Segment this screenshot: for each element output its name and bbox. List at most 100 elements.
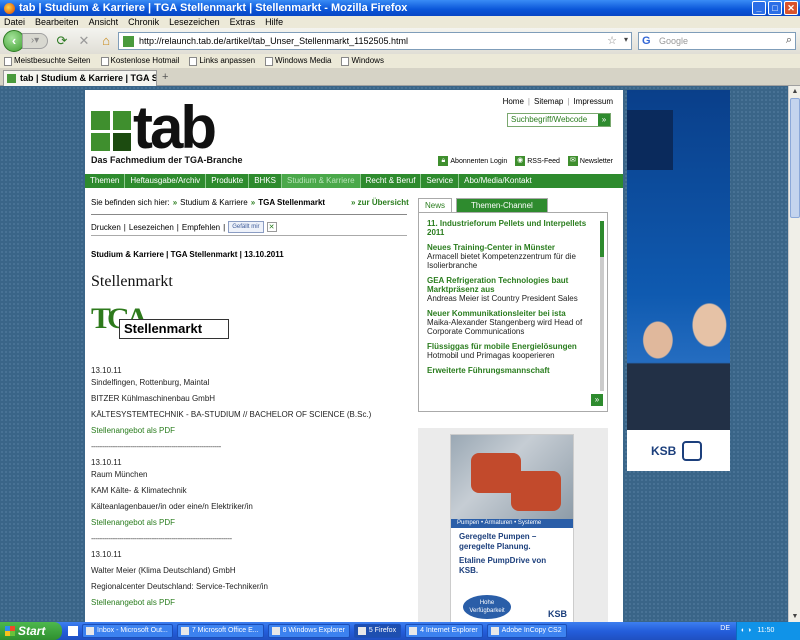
close-button[interactable]: ✕ [784,1,798,15]
main-navigation: Themen Heftausgabe/Archiv Produkte BHKS … [85,174,623,188]
job-pdf-link[interactable]: Stellenangebot als PDF [91,598,411,608]
newsletter-link[interactable]: ✉ Newsletter [567,156,613,166]
bookmark-link[interactable]: Lesezeichen [129,223,174,232]
menu-bearbeiten[interactable]: Bearbeiten [35,16,79,28]
facebook-like-button[interactable]: Gefällt mir [228,221,264,233]
nav-recht-beruf[interactable]: Recht & Beruf [361,174,422,188]
nav-bhks[interactable]: BHKS [249,174,283,188]
divider [91,235,407,236]
page-scrollbar[interactable]: ▲ ▼ [788,86,800,622]
search-box[interactable]: G Google ⌕ [638,32,796,50]
taskbar-outlook[interactable]: Inbox - Microsoft Out... [82,624,173,638]
news-item[interactable]: Erweiterte Führungsmannschaft [427,366,597,375]
job-date: 13.10.11 [91,458,122,467]
scrollbar-thumb[interactable] [790,98,800,218]
menu-chronik[interactable]: Chronik [128,16,159,28]
tab-logo[interactable]: tab [133,98,217,158]
nav-service[interactable]: Service [421,174,460,188]
news-headline[interactable]: 11. Industrieforum Pellets und Interpell… [427,219,597,237]
fb-like-label: Gefällt mir [232,224,260,230]
maximize-button[interactable]: □ [768,1,782,15]
taskbar-firefox[interactable]: 5 Firefox [353,624,402,638]
nav-abo-media-kontakt[interactable]: Abo/Media/Kontakt [459,174,537,188]
job-pdf-link[interactable]: Stellenangebot als PDF [91,518,411,528]
ksb-logo: KSB [627,430,730,471]
search-go-icon[interactable]: » [598,114,610,126]
new-tab-icon[interactable]: + [162,71,168,83]
news-item[interactable]: GEA Refrigeration Technologies baut Mark… [427,276,597,303]
article-title: Stellenmarkt [91,273,173,290]
news-headline[interactable]: Erweiterte Führungsmannschaft [427,366,597,375]
sitemap-link[interactable]: Sitemap [534,97,563,106]
taskbar-explorer[interactable]: 8 Windows Explorer [267,624,350,638]
window-title: tab | Studium & Karriere | TGA Stellenma… [19,2,408,14]
search-icon[interactable]: ⌕ [786,34,792,47]
nav-heftausgabe[interactable]: Heftausgabe/Archiv [125,174,207,188]
language-indicator[interactable]: DE [720,625,730,632]
site-search-input[interactable]: Suchbegriff/Webcode » [507,113,611,127]
tray-icons[interactable]: ◐ ◑ [741,622,751,640]
menu-lesezeichen[interactable]: Lesezeichen [169,16,220,28]
bookmark-hotmail[interactable]: Kostenlose Hotmail [100,54,179,68]
overview-link[interactable]: » zur Übersicht [351,198,409,207]
google-icon[interactable]: G [642,34,656,48]
job-pdf-link[interactable]: Stellenangebot als PDF [91,426,411,436]
news-box: News Themen-Channel 11. Industrieforum P… [418,198,608,412]
tab-news[interactable]: News [418,198,453,212]
news-headline[interactable]: Neues Training-Center in Münster [427,243,597,252]
nav-themen[interactable]: Themen [85,174,126,188]
home-link[interactable]: Home [503,97,524,106]
menu-extras[interactable]: Extras [230,16,256,28]
news-item[interactable]: Neues Training-Center in Münster Armacell… [427,243,597,270]
menu-hilfe[interactable]: Hilfe [265,16,283,28]
print-link[interactable]: Drucken [91,223,121,232]
ad-badge: Hohe Verfügbarkeit [463,595,511,619]
news-more-icon[interactable]: » [591,394,603,406]
bookmark-links-anpassen[interactable]: Links anpassen [189,54,255,68]
abonnenten-login-link[interactable]: 🔒︎ Abonnenten Login [438,156,507,166]
job-entry: 13.10.11 Raum München KAM Kälte- & Klima… [91,458,411,544]
nav-studium-karriere[interactable]: Studium & Karriere [282,174,361,188]
news-item[interactable]: 11. Industrieforum Pellets und Interpell… [427,219,597,237]
news-item[interactable]: Flüssiggas für mobile Energielösungen Hot… [427,342,597,360]
news-headline[interactable]: Flüssiggas für mobile Energielösungen [427,342,597,351]
stop-icon[interactable]: ✕ [76,33,92,49]
browser-tab[interactable]: tab | Studium & Karriere | TGA Stell... [3,70,157,86]
tab-themen-channel[interactable]: Themen-Channel [456,198,548,212]
ksb-skyscraper-ad[interactable]: KSB [627,90,730,471]
scroll-up-icon[interactable]: ▲ [789,86,800,97]
bookmark-windows-media[interactable]: Windows Media [265,54,331,68]
minimize-button[interactable]: _ [752,1,766,15]
site-favicon-icon [123,35,134,47]
home-icon[interactable]: ⌂ [98,33,114,49]
menu-datei[interactable]: Datei [4,16,25,28]
menu-ansicht[interactable]: Ansicht [89,16,119,28]
news-headline[interactable]: Neuer Kommunikationsleiter bei ista [427,309,597,318]
nav-produkte[interactable]: Produkte [206,174,250,188]
quicklaunch-icon[interactable] [68,626,78,636]
rss-feed-link[interactable]: ◉ RSS-Feed [515,156,560,166]
taskbar-ie[interactable]: 4 Internet Explorer [405,624,483,638]
start-button[interactable]: Start [0,622,62,640]
news-headline[interactable]: GEA Refrigeration Technologies baut Mark… [427,276,597,294]
breadcrumb: Sie befinden sich hier: » Studium & Karr… [91,198,325,207]
forward-button[interactable]: ›▾ [22,33,48,49]
news-scrollbar[interactable] [600,221,604,391]
taskbar-office[interactable]: 7 Microsoft Office E... [176,624,264,638]
ksb-pump-ad[interactable]: Pumpen • Armaturen • Systeme Geregelte P… [450,434,574,622]
url-bar[interactable]: http://relaunch.tab.de/artikel/tab_Unser… [118,32,632,50]
page-viewport: Home | Sitemap | Impressum Suchbegriff/W… [0,86,788,622]
impressum-link[interactable]: Impressum [573,97,613,106]
url-dropdown-icon[interactable]: ▾ [624,35,628,44]
menu-bar: Datei Bearbeiten Ansicht Chronik Lesezei… [0,16,800,28]
breadcrumb-item-studium[interactable]: Studium & Karriere [180,198,248,207]
bookmark-star-icon[interactable]: ☆ [607,34,617,47]
taskbar-incopy[interactable]: Adobe InCopy CS2 [486,624,567,638]
scroll-down-icon[interactable]: ▼ [789,611,800,622]
share-icon[interactable]: ✕ [266,222,277,232]
bookmark-windows[interactable]: Windows [341,54,384,68]
reload-icon[interactable]: ⟳ [54,33,70,49]
recommend-link[interactable]: Empfehlen [182,223,220,232]
bookmark-meistbesuchte[interactable]: Meistbesuchte Seiten [4,54,91,68]
news-item[interactable]: Neuer Kommunikationsleiter bei ista Maika… [427,309,597,336]
